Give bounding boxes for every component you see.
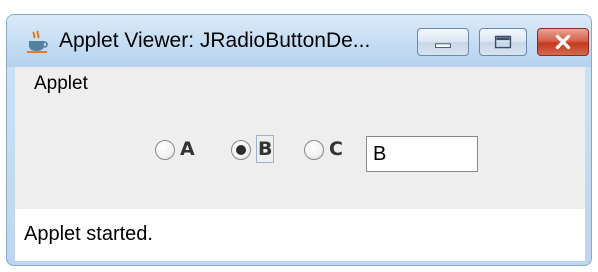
close-button[interactable] <box>537 28 589 56</box>
java-cup-icon <box>27 30 48 53</box>
applet-viewer-window: Applet Viewer: JRadioButtonDe... Applet … <box>6 14 592 266</box>
radio-a-label[interactable]: A <box>180 137 195 161</box>
maximize-icon <box>494 35 512 49</box>
status-bar: Applet started. <box>15 209 585 261</box>
maximize-button[interactable] <box>479 28 527 56</box>
close-icon <box>555 34 571 50</box>
selection-text-field[interactable]: B <box>366 136 478 172</box>
applet-content: Applet A B C B <box>15 67 585 209</box>
status-text: Applet started. <box>24 223 153 245</box>
radio-a[interactable] <box>155 140 175 160</box>
minimize-icon <box>435 43 451 49</box>
radio-c[interactable] <box>304 140 324 160</box>
minimize-button[interactable] <box>417 28 469 56</box>
radio-b-label[interactable]: B <box>255 135 275 163</box>
radio-c-label[interactable]: C <box>329 137 343 161</box>
title-bar[interactable]: Applet Viewer: JRadioButtonDe... <box>7 15 591 67</box>
window-title: Applet Viewer: JRadioButtonDe... <box>59 29 371 52</box>
applet-menu[interactable]: Applet <box>34 73 88 95</box>
radio-b[interactable] <box>231 140 251 160</box>
